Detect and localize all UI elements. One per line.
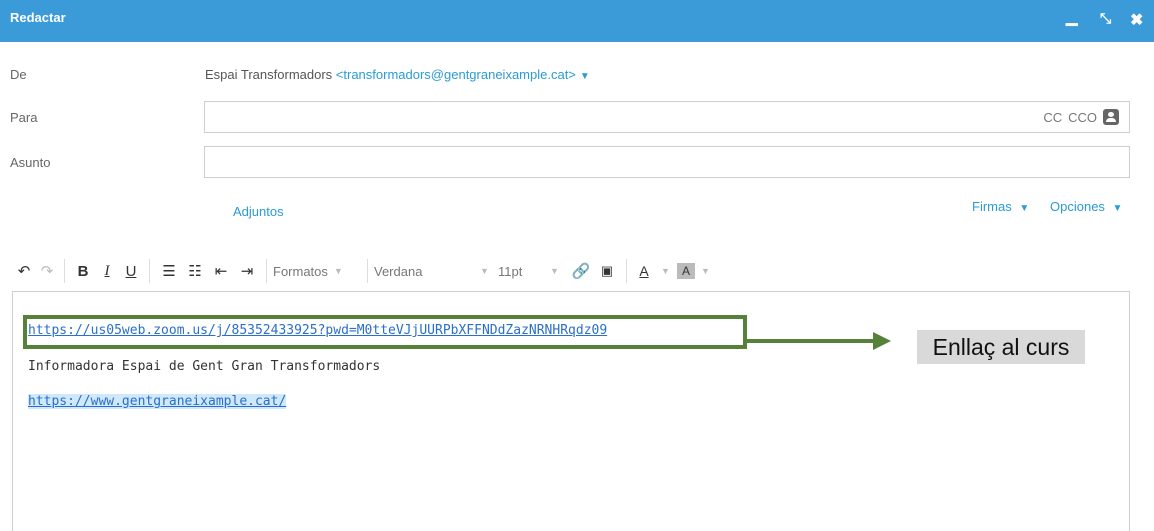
signatures-label: Firmas bbox=[972, 199, 1012, 214]
title-bar: Redactar ▁ ⤡ ✖ bbox=[0, 0, 1154, 42]
highlight-color-button[interactable]: A bbox=[677, 263, 695, 279]
subject-label: Asunto bbox=[10, 155, 51, 170]
subject-input[interactable] bbox=[205, 147, 1129, 177]
font-family-label: Verdana bbox=[374, 263, 423, 279]
options-dropdown[interactable]: Opciones ▼ bbox=[1050, 199, 1122, 214]
indent-icon[interactable]: ⇥ bbox=[234, 257, 260, 285]
from-email: <transformadors@gentgraneixample.cat> bbox=[335, 67, 576, 82]
arrow-right-icon bbox=[873, 332, 891, 350]
expand-icon[interactable]: ⤡ bbox=[1100, 10, 1111, 27]
bcc-button[interactable]: CCO bbox=[1068, 110, 1097, 125]
chevron-down-icon: ▼ bbox=[661, 266, 670, 276]
annotation-arrow bbox=[747, 339, 877, 343]
to-input[interactable] bbox=[205, 102, 1129, 132]
bullet-list-icon[interactable]: ☰ bbox=[156, 257, 182, 285]
text-color-button[interactable]: A bbox=[633, 257, 655, 285]
toolbar-divider bbox=[266, 259, 267, 283]
cc-button[interactable]: CC bbox=[1043, 110, 1062, 125]
options-label: Opciones bbox=[1050, 199, 1105, 214]
window-title: Redactar bbox=[10, 10, 66, 25]
signatures-dropdown[interactable]: Firmas ▼ bbox=[972, 199, 1029, 214]
underline-button[interactable]: U bbox=[119, 257, 143, 285]
to-label: Para bbox=[10, 110, 38, 125]
formats-label: Formatos bbox=[273, 263, 328, 279]
minimize-icon[interactable]: ▁ bbox=[1066, 8, 1078, 26]
toolbar-divider bbox=[367, 259, 368, 283]
formats-dropdown[interactable]: Formatos ▼ bbox=[273, 264, 361, 279]
image-icon[interactable]: ▣ bbox=[594, 257, 620, 285]
editor-toolbar: ↶ ↷ B I U ☰ ☷ ⇤ ⇥ Formatos ▼ Verdana ▼ 11p… bbox=[12, 255, 1130, 287]
annotation-highlight-box bbox=[23, 315, 747, 349]
contacts-icon[interactable] bbox=[1103, 109, 1119, 125]
text-color-dropdown[interactable]: ▼ bbox=[655, 266, 677, 276]
signature-text: Informadora Espai de Gent Gran Transform… bbox=[28, 359, 381, 374]
undo-icon[interactable]: ↶ bbox=[12, 257, 36, 285]
attachments-link[interactable]: Adjuntos bbox=[233, 204, 284, 219]
website-link[interactable]: https://www.gentgraneixample.cat/ bbox=[28, 394, 287, 409]
chevron-down-icon: ▼ bbox=[333, 266, 343, 276]
selected-text: https://www.gentgraneixample.cat/ bbox=[28, 394, 287, 409]
subject-field[interactable] bbox=[204, 146, 1130, 178]
cc-bcc-group: CC CCO bbox=[1043, 109, 1119, 125]
toolbar-divider bbox=[149, 259, 150, 283]
annotation-callout: Enllaç al curs bbox=[917, 330, 1085, 364]
link-icon[interactable]: 🔗 bbox=[568, 257, 594, 285]
toolbar-divider bbox=[626, 259, 627, 283]
font-family-dropdown[interactable]: Verdana ▼ bbox=[374, 264, 498, 279]
font-size-label: 11pt bbox=[498, 263, 523, 279]
bold-button[interactable]: B bbox=[71, 257, 95, 285]
chevron-down-icon: ▼ bbox=[1019, 203, 1030, 214]
from-label: De bbox=[10, 67, 27, 82]
redo-icon[interactable]: ↷ bbox=[36, 257, 58, 285]
from-name: Espai Transformadors bbox=[205, 67, 333, 82]
chevron-down-icon: ▼ bbox=[1112, 203, 1123, 214]
close-icon[interactable]: ✖ bbox=[1130, 10, 1143, 30]
to-field[interactable]: CC CCO bbox=[204, 101, 1130, 133]
from-selector[interactable]: Espai Transformadors <transformadors@gen… bbox=[205, 67, 590, 82]
italic-button[interactable]: I bbox=[95, 257, 119, 285]
numbered-list-icon[interactable]: ☷ bbox=[182, 257, 208, 285]
chevron-down-icon: ▼ bbox=[701, 266, 710, 276]
outdent-icon[interactable]: ⇤ bbox=[208, 257, 234, 285]
highlight-color-dropdown[interactable]: ▼ bbox=[695, 266, 717, 276]
chevron-down-icon: ▼ bbox=[550, 266, 559, 276]
chevron-down-icon[interactable]: ▼ bbox=[580, 71, 590, 82]
font-size-dropdown[interactable]: 11pt ▼ bbox=[498, 264, 568, 279]
chevron-down-icon: ▼ bbox=[480, 266, 489, 276]
toolbar-divider bbox=[64, 259, 65, 283]
